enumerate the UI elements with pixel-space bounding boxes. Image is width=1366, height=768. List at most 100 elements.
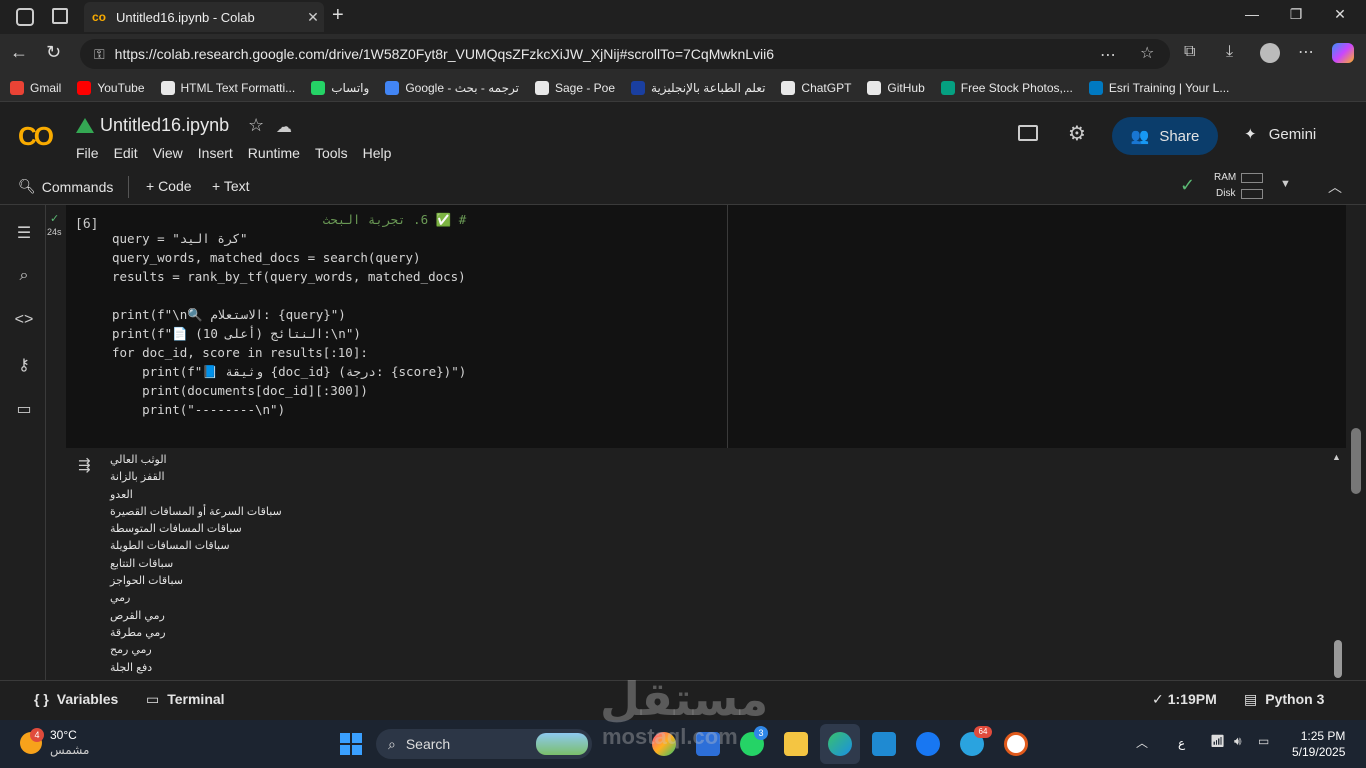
bookmark-item[interactable]: YouTube xyxy=(77,80,145,95)
ram-meter[interactable] xyxy=(1241,173,1263,183)
vscode-icon[interactable] xyxy=(872,732,896,756)
table-of-contents-icon[interactable]: ☰ xyxy=(14,223,34,243)
input-language[interactable]: ع xyxy=(1178,736,1185,750)
disk-meter[interactable] xyxy=(1241,189,1263,199)
comments-icon[interactable] xyxy=(1018,125,1038,141)
whatsapp-icon[interactable]: 3 xyxy=(740,726,768,756)
check-icon: ✓ xyxy=(1152,691,1164,707)
collapse-header-icon[interactable]: ︿ xyxy=(1328,177,1342,197)
extensions-icon[interactable]: ⧉ xyxy=(1184,43,1195,61)
whatsapp-badge: 3 xyxy=(754,726,768,740)
runtime-type[interactable]: ▤ Python 3 xyxy=(1244,691,1324,708)
bookmark-item[interactable]: Free Stock Photos,... xyxy=(940,80,1073,95)
output-scroll-up-icon[interactable]: ▲ xyxy=(1332,452,1341,462)
bookmark-item[interactable]: ChatGPT xyxy=(781,80,852,95)
edge-icon[interactable] xyxy=(828,732,852,756)
start-windows-icon[interactable] xyxy=(340,733,362,755)
downloads-icon[interactable]: ⤓ xyxy=(1226,43,1233,61)
bookmark-item[interactable]: تعلم الطباعة بالإنجليزية xyxy=(631,80,765,95)
ram-label: RAM xyxy=(1214,172,1237,183)
minimize-icon[interactable]: — xyxy=(1232,6,1272,22)
find-replace-icon[interactable]: ⌕ xyxy=(14,267,34,287)
page-scroll-thumb[interactable] xyxy=(1351,428,1361,494)
output-scroll-thumb[interactable] xyxy=(1334,640,1342,678)
taskbar-search-box[interactable]: ⌕ Search xyxy=(376,729,592,759)
site-info-icon[interactable]: ⚿ xyxy=(94,46,105,63)
facebook-icon[interactable] xyxy=(916,732,940,756)
add-text-button[interactable]: + Text xyxy=(212,178,250,194)
output-text: الوثب العالي القفز بالزانة العدو سباقات الس… xyxy=(110,452,282,677)
reload-icon[interactable]: ↻ xyxy=(46,42,61,63)
new-tab-icon[interactable]: + xyxy=(332,4,344,27)
output-line: دفع الجلة xyxy=(110,661,153,674)
bookmark-label: Sage - Poe xyxy=(554,80,616,95)
output-actions-icon[interactable]: ⇶ xyxy=(78,456,91,474)
commands-button[interactable]: 🔍︎ Commands xyxy=(18,178,113,195)
connected-check-icon: ✓ xyxy=(1180,175,1196,195)
colab-favicon-icon: co xyxy=(92,10,107,24)
tab-close-icon[interactable]: ✕ xyxy=(302,9,324,26)
bookmark-label: ChatGPT xyxy=(801,80,852,95)
output-line: رمي مطرقة xyxy=(110,626,166,639)
telegram-icon[interactable]: 64 xyxy=(960,726,992,756)
terminal-button[interactable]: ▭ Terminal xyxy=(146,691,225,708)
media-player-icon[interactable] xyxy=(1004,732,1028,756)
star-icon[interactable]: ☆ xyxy=(248,115,264,136)
back-icon[interactable]: ← xyxy=(10,42,28,63)
menu-item-help[interactable]: Help xyxy=(363,145,392,161)
bookmark-favicon-icon xyxy=(940,80,955,95)
bookmark-item[interactable]: HTML Text Formatti... xyxy=(160,80,295,95)
gemini-button[interactable]: ✦ Gemini xyxy=(1244,125,1316,143)
favorite-star-icon[interactable]: ☆ xyxy=(1140,43,1154,63)
search-highlight-image xyxy=(536,733,588,755)
browser-tab[interactable]: co Untitled16.ipynb - Colab ✕ xyxy=(84,2,324,32)
add-code-button[interactable]: + Code xyxy=(146,178,192,194)
menu-item-edit[interactable]: Edit xyxy=(114,145,138,161)
runtime-dropdown-icon[interactable]: ▼ xyxy=(1280,178,1291,190)
copilot-icon[interactable] xyxy=(1332,43,1354,63)
search-icon: 🔍︎ xyxy=(18,178,36,194)
menu-item-file[interactable]: File xyxy=(76,145,99,161)
files-folder-icon[interactable]: ▭ xyxy=(14,399,34,419)
file-explorer-icon[interactable] xyxy=(784,732,808,756)
variables-button[interactable]: { } Variables xyxy=(34,691,118,707)
taskbar-search-label: Search xyxy=(405,736,451,752)
menu-item-view[interactable]: View xyxy=(153,145,183,161)
colab-logo[interactable]: CO xyxy=(18,121,54,152)
output-line: سباقات المسافات الطويلة xyxy=(110,540,230,553)
bookmark-item[interactable]: Gmail xyxy=(10,80,61,95)
volume-icon[interactable]: 🔊︎ xyxy=(1234,734,1242,749)
clock[interactable]: 1:25 PM 5/19/2025 xyxy=(1292,728,1345,760)
bookmark-item[interactable]: Sage - Poe xyxy=(534,80,616,95)
colab-header: CO Untitled16.ipynb ☆ ☁ File Edit View Inse… xyxy=(0,103,1366,169)
code-editor[interactable]: # ✅ 6. تجربة البحث query = "كرة اليد" quer… xyxy=(66,205,728,448)
wifi-icon[interactable]: 📶︎ xyxy=(1210,734,1225,748)
bookmark-item[interactable]: واتساب xyxy=(311,80,369,95)
reader-icon[interactable]: ⋯ xyxy=(1100,45,1116,65)
workspaces-icon[interactable] xyxy=(16,8,34,26)
menu-item-tools[interactable]: Tools xyxy=(315,145,348,161)
code-cell[interactable]: # ✅ 6. تجربة البحث query = "كرة اليد" quer… xyxy=(66,205,1346,448)
tab-actions-icon[interactable] xyxy=(52,8,68,24)
bookmark-item[interactable]: GitHub xyxy=(867,80,925,95)
bookmark-item[interactable]: Google - ترجمه - بحث xyxy=(385,80,519,95)
browser-menu-icon[interactable]: ⋯ xyxy=(1298,42,1314,62)
share-button[interactable]: 👥 Share xyxy=(1112,117,1218,155)
url-field[interactable]: ⚿ https://colab.research.google.com/driv… xyxy=(80,39,1170,69)
menu-item-runtime[interactable]: Runtime xyxy=(248,145,300,161)
code-line: print(f"📘 وثيقة {doc_id} (درجة: {score})… xyxy=(112,364,467,379)
notebook-title[interactable]: Untitled16.ipynb xyxy=(100,115,229,136)
profile-avatar[interactable] xyxy=(1260,43,1280,63)
close-window-icon[interactable]: ✕ xyxy=(1320,6,1360,23)
bookmark-item[interactable]: Esri Training | Your L... xyxy=(1088,80,1229,95)
restore-icon[interactable]: ❐ xyxy=(1276,6,1316,23)
code-line: print(f"📄 النتائج (أعلى 10):\n") xyxy=(112,326,361,341)
code-text[interactable]: # ✅ 6. تجربة البحث query = "كرة اليد" quer… xyxy=(112,210,466,419)
weather-widget[interactable]: 4 30°C مشمس xyxy=(20,728,89,758)
secrets-key-icon[interactable]: ⚷ xyxy=(14,355,34,375)
settings-gear-icon[interactable]: ⚙ xyxy=(1068,121,1086,146)
code-snippets-icon[interactable]: <> xyxy=(14,311,34,331)
tray-chevron-icon[interactable]: ︿ xyxy=(1136,734,1148,751)
battery-icon[interactable]: ▭ xyxy=(1258,734,1269,748)
menu-item-insert[interactable]: Insert xyxy=(198,145,233,161)
